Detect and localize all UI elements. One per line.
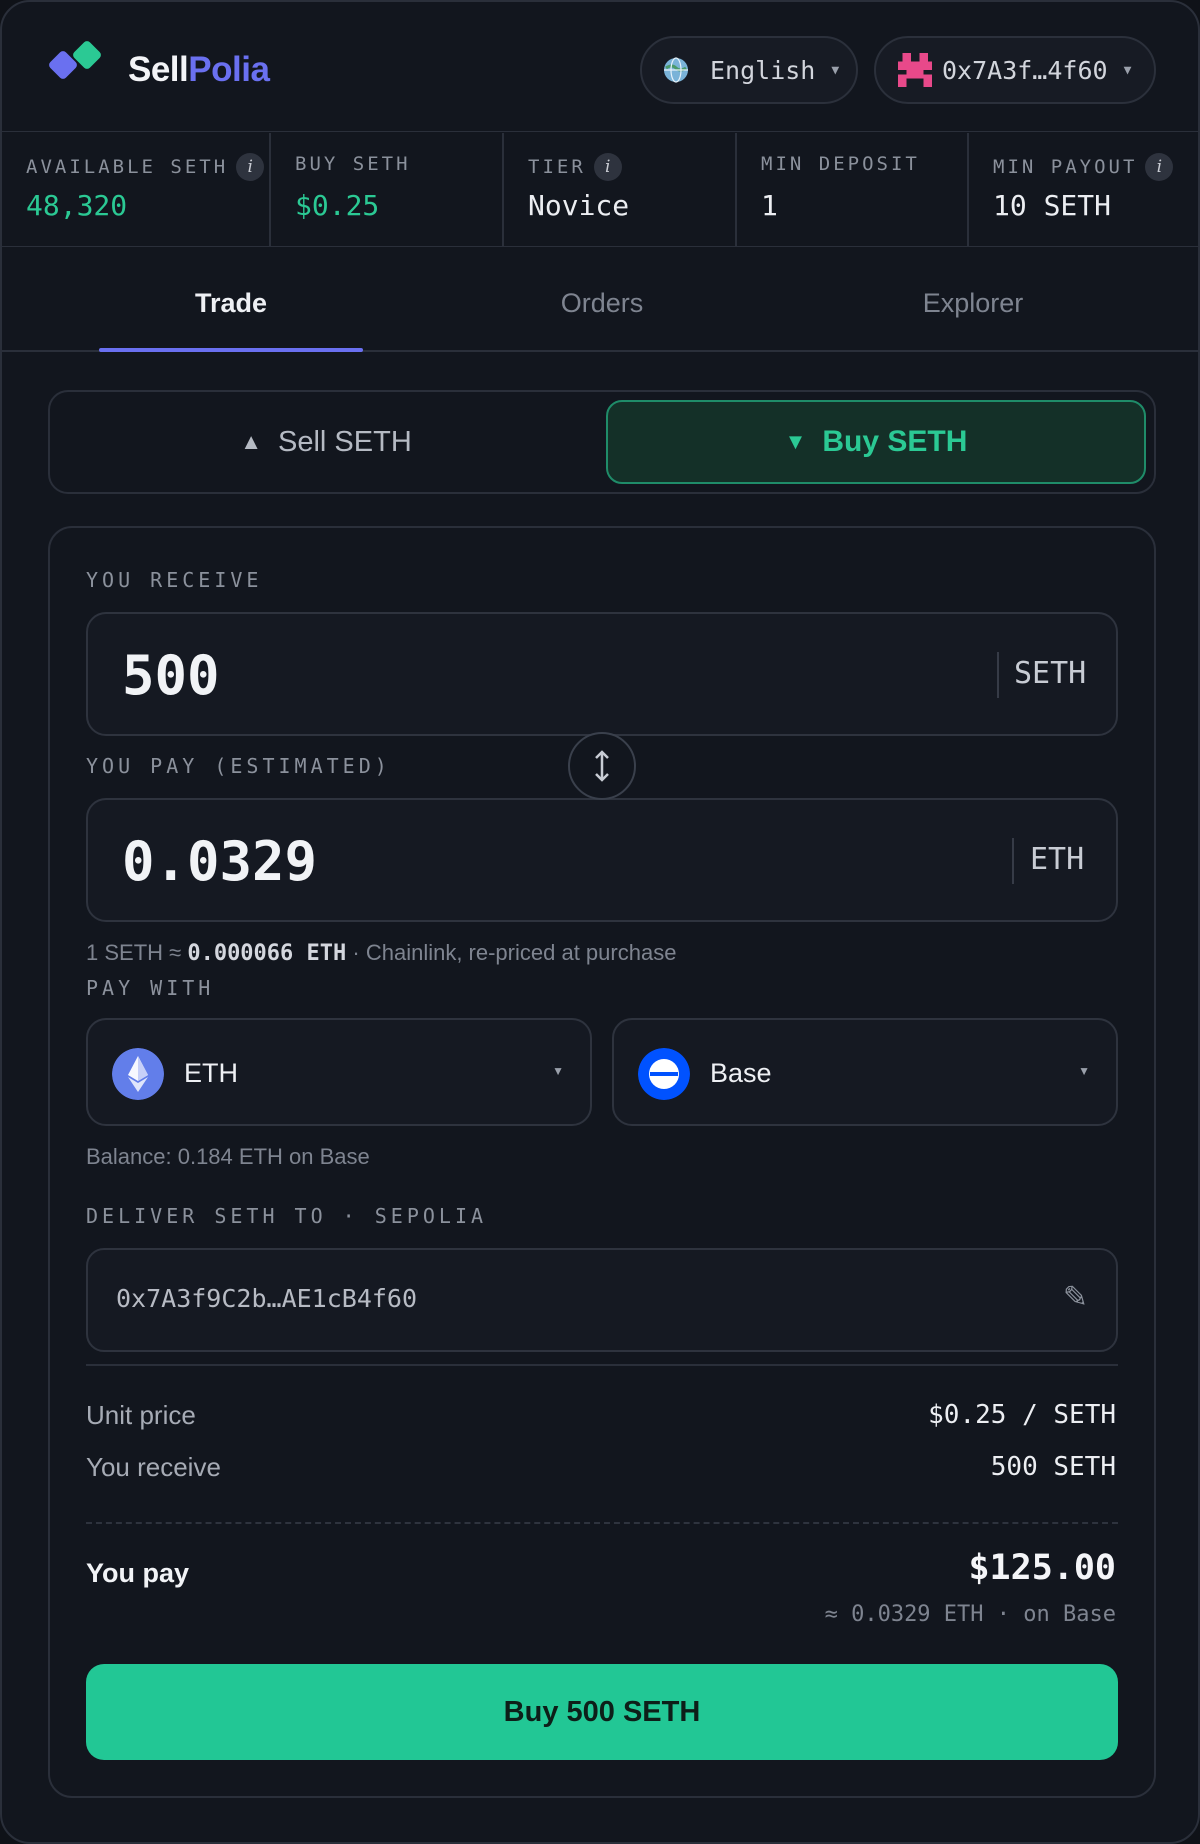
you-receive-label: YOU RECEIVE [86,568,263,592]
rate-amount: 0.000066 ETH [187,941,347,966]
exchange-rate: 1 SETH ≈ 0.000066 ETH · Chainlink, re-pr… [86,940,676,966]
stat-value: $0.25 [295,189,380,222]
trade-card: YOU RECEIVE 500 SETH YOU PAY (ESTIMATED)… [48,526,1156,1798]
tab-explorer[interactable]: Explorer [788,288,1158,319]
you-pay-estimated-label: YOU PAY (ESTIMATED) [86,754,391,778]
unit-price-value: $0.25 / SETH [928,1400,1116,1430]
trade-direction-toggle: ▲ Sell SETH ▼ Buy SETH [48,390,1156,494]
brand-name[interactable]: SellPolia [128,50,270,90]
buy-seth-label: Buy SETH [822,425,968,458]
you-pay-total: $125.00 [968,1548,1116,1588]
stat-label: TIER [528,156,586,178]
you-pay-eth-equivalent: ≈ 0.0329 ETH · on Base [824,1602,1116,1627]
chevron-down-icon: ▼ [552,1064,564,1078]
unit-divider [997,652,999,698]
swap-arrows-icon [595,750,609,782]
network-select-value: Base [710,1058,772,1088]
deliver-to-label: DELIVER SETH TO · SEPOLIA [86,1204,488,1228]
wallet-selector[interactable]: 0x7A3f…4f60 ▼ [874,36,1156,104]
pay-amount-input[interactable]: 0.0329 ETH [86,798,1118,922]
you-receive-summary-label: You receive [86,1452,221,1482]
info-icon[interactable]: i [593,153,622,181]
active-tab-indicator [99,348,363,352]
rate-suffix: · Chainlink, re-priced at purchase [346,940,677,965]
chevron-down-icon: ▼ [831,62,840,78]
app-window: SellPolia English ▼ 0x7A3f…4f60 ▼ AVAILA… [0,0,1200,1844]
base-network-icon [638,1048,690,1100]
chevron-down-icon: ▼ [1123,62,1132,78]
stat-label: AVAILABLE SETH [26,156,229,178]
info-icon[interactable]: i [1145,153,1174,181]
delivery-address-field[interactable]: 0x7A3f9C2b…AE1cB4f60 ✎ [86,1248,1118,1352]
stat-available-seth: AVAILABLE SETH i 48,320 [2,133,271,247]
unit-divider [1012,838,1014,884]
stat-value: Novice [528,189,630,222]
unit-price-label: Unit price [86,1400,196,1430]
pay-with-label: PAY WITH [86,976,215,1000]
stat-tier: TIER i Novice [504,133,737,247]
sell-seth-label: Sell SETH [278,425,412,458]
brand-name-part1: Sell [128,50,189,89]
stat-label: MIN PAYOUT [993,156,1138,178]
dashed-divider [86,1522,1118,1524]
rate-prefix: 1 SETH ≈ [86,940,188,965]
balance-text: Balance: 0.184 ETH on Base [86,1144,370,1169]
buy-seth-button[interactable]: ▼ Buy SETH [606,400,1146,484]
stat-label: BUY SETH [295,153,411,175]
tab-trade[interactable]: Trade [46,288,416,319]
triangle-down-icon: ▼ [784,429,807,454]
you-pay-label: You pay [86,1558,190,1588]
stat-value: 48,320 [26,189,128,222]
stat-buy-seth: BUY SETH $0.25 [271,133,504,247]
pay-amount-value: 0.0329 [122,830,318,893]
receive-amount-input[interactable]: 500 SETH [86,612,1118,736]
triangle-up-icon: ▲ [240,429,262,454]
token-select-value: ETH [184,1058,238,1088]
receive-amount-value: 500 [122,644,220,707]
wallet-address: 0x7A3f…4f60 [942,55,1108,85]
sell-seth-button[interactable]: ▲ Sell SETH [50,392,602,492]
stat-label: MIN DEPOSIT [761,153,920,175]
language-label: English [710,55,816,85]
pay-unit: ETH [1030,842,1085,877]
you-receive-summary-value: 500 SETH [990,1452,1116,1482]
tab-orders[interactable]: Orders [417,288,787,319]
main-tabs: Trade Orders Explorer [2,248,1198,352]
ethereum-icon [112,1048,164,1100]
globe-icon [664,57,688,83]
stat-value: 10 SETH [993,189,1112,222]
stats-bar: AVAILABLE SETH i 48,320 BUY SETH $0.25 TI… [2,133,1198,247]
token-select[interactable]: ETH ▼ [86,1018,592,1126]
network-select[interactable]: Base ▼ [612,1018,1118,1126]
chevron-down-icon: ▼ [1078,1064,1090,1078]
summary-divider [86,1364,1118,1366]
receive-unit: SETH [1014,656,1087,691]
swap-direction-button[interactable] [568,732,636,800]
wallet-avatar-icon [898,53,932,87]
delivery-address-value: 0x7A3f9C2b…AE1cB4f60 [116,1284,418,1313]
header: SellPolia English ▼ 0x7A3f…4f60 ▼ [2,2,1198,132]
info-icon[interactable]: i [236,153,265,181]
sellpolia-logo-icon [49,41,101,79]
stat-min-payout: MIN PAYOUT i 10 SETH [969,133,1198,247]
buy-seth-submit-button[interactable]: Buy 500 SETH [86,1664,1118,1760]
edit-pencil-icon[interactable]: ✎ [1063,1280,1088,1315]
stat-min-deposit: MIN DEPOSIT 1 [737,133,969,247]
brand-name-part2: Polia [188,50,270,89]
language-selector[interactable]: English ▼ [640,36,858,104]
stat-value: 1 [761,189,778,222]
